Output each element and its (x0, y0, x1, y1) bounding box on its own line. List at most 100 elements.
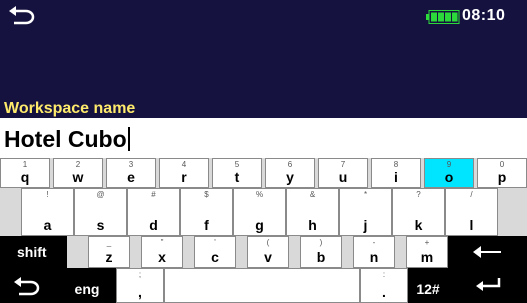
backspace-key[interactable] (448, 236, 527, 268)
key-primary-label: e (127, 169, 135, 185)
key-h[interactable]: & h (286, 188, 339, 236)
key-period[interactable]: :. (360, 268, 408, 303)
key-primary-label: b (316, 249, 326, 265)
space-key[interactable] (164, 268, 360, 303)
key-u[interactable]: 7u (318, 158, 368, 188)
workspace-name-field[interactable]: Hotel Cubo (0, 118, 527, 158)
key-secondary-label: % (255, 190, 264, 199)
key-secondary-label: " (160, 238, 164, 247)
key-l[interactable]: / l (445, 188, 498, 236)
key-v[interactable]: (v (247, 236, 289, 268)
key-primary-label: n (369, 249, 379, 265)
key-secondary-label: * (363, 190, 368, 199)
enter-key[interactable] (448, 268, 527, 303)
key-o[interactable]: 9o (424, 158, 474, 188)
key-primary-label: l (469, 217, 474, 233)
key-n[interactable]: -n (353, 236, 395, 268)
field-label: Workspace name (4, 100, 136, 117)
key-secondary-label: 1 (22, 160, 28, 169)
key-secondary-label: 9 (446, 160, 452, 169)
backspace-arrow-icon (473, 246, 501, 258)
workspace-name-value: Hotel Cubo (4, 126, 127, 152)
key-primary-label: h (308, 217, 317, 233)
key-secondary-label: ' (214, 238, 216, 247)
key-secondary-label: 4 (181, 160, 187, 169)
key-primary-label: o (444, 169, 454, 185)
shift-key[interactable]: shift (0, 236, 67, 268)
enter-icon (476, 278, 501, 291)
key-primary-label: w (72, 169, 84, 185)
key-t[interactable]: 5t (212, 158, 262, 188)
key-secondary-label: ; (138, 270, 142, 279)
key-secondary-label: # (151, 190, 156, 199)
battery-icon (426, 10, 460, 24)
key-primary-label: y (286, 169, 294, 185)
key-primary-label: x (158, 249, 166, 265)
back-key[interactable] (0, 268, 58, 303)
key-q[interactable]: 1q (0, 158, 50, 188)
key-r[interactable]: 4r (159, 158, 209, 188)
key-primary-label: m (420, 249, 434, 265)
key-m[interactable]: + m (406, 236, 448, 268)
key-secondary-label: 8 (393, 160, 399, 169)
key-secondary-label: : (382, 270, 386, 279)
key-primary-label: r (181, 169, 187, 185)
key-k[interactable]: ? k (392, 188, 445, 236)
key-primary-label: , (138, 284, 142, 300)
back-arrow-icon (14, 277, 40, 296)
key-primary-label: f (204, 217, 209, 233)
key-w[interactable]: 2w (53, 158, 103, 188)
key-g[interactable]: % g (233, 188, 286, 236)
key-primary-label: q (20, 169, 30, 185)
key-secondary-label: 5 (234, 160, 240, 169)
key-secondary-label: 6 (287, 160, 293, 169)
onscreen-keyboard: shift eng 12# 1 q 2 w 3 e 4 r 5 t 6 y 7 u 8 i 9 o 0 p! a @ s # d… (0, 158, 527, 303)
key-primary-label: d (149, 217, 158, 233)
key-secondary-label: - (372, 238, 376, 247)
key-p[interactable]: 0p (477, 158, 527, 188)
key-primary-label: k (414, 217, 423, 233)
key-secondary-label: 3 (128, 160, 134, 169)
key-primary-label: g (255, 217, 264, 233)
key-secondary-label: $ (204, 190, 209, 199)
number-symbol-key[interactable]: 12# (408, 268, 448, 303)
key-primary-label: a (43, 217, 52, 233)
key-secondary-label: ( (266, 238, 270, 247)
key-secondary-label: ? (416, 190, 421, 199)
key-s[interactable]: @ s (74, 188, 127, 236)
key-y[interactable]: 6y (265, 158, 315, 188)
text-caret (127, 127, 130, 151)
key-primary-label: . (382, 284, 386, 300)
key-secondary-label: 2 (75, 160, 81, 169)
key-primary-label: j (363, 217, 368, 233)
key-primary-label: z (105, 249, 113, 265)
back-arrow-icon[interactable] (6, 3, 36, 25)
key-secondary-label: / (470, 190, 473, 199)
key-secondary-label: + (424, 238, 430, 247)
key-secondary-label: & (309, 190, 316, 199)
key-c[interactable]: ' c (194, 236, 236, 268)
key-d[interactable]: # d (127, 188, 180, 236)
language-key[interactable]: eng (58, 268, 116, 303)
key-j[interactable]: * j (339, 188, 392, 236)
key-primary-label: t (234, 169, 240, 185)
key-primary-label: p (497, 169, 507, 185)
key-primary-label: s (96, 217, 105, 233)
key-secondary-label: _ (106, 238, 112, 247)
key-a[interactable]: ! a (21, 188, 74, 236)
key-e[interactable]: 3e (106, 158, 156, 188)
key-b[interactable]: ) b (300, 236, 342, 268)
key-secondary-label: 7 (340, 160, 346, 169)
key-i[interactable]: 8i (371, 158, 421, 188)
key-primary-label: i (394, 169, 398, 185)
key-secondary-label: ) (319, 238, 323, 247)
key-secondary-label: 0 (499, 160, 505, 169)
key-f[interactable]: $ f (180, 188, 233, 236)
key-primary-label: u (338, 169, 348, 185)
key-secondary-label: ! (46, 190, 49, 199)
status-bar: 08:10 Workspace name (0, 0, 527, 125)
key-comma[interactable]: ;, (116, 268, 164, 303)
key-secondary-label: @ (96, 190, 105, 199)
key-z[interactable]: _ z (88, 236, 130, 268)
key-x[interactable]: " x (141, 236, 183, 268)
